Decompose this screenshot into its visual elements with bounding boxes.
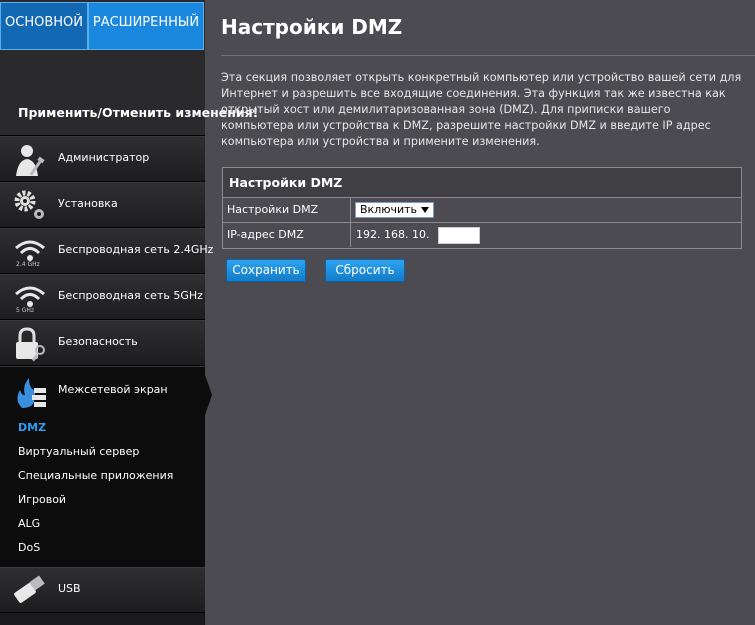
dmz-setting-label: Настройки DMZ <box>223 198 351 222</box>
dmz-ip-label: IP-адрес DMZ <box>223 223 351 247</box>
submenu-item-dmz[interactable]: DMZ <box>18 421 46 434</box>
nav-label-security: Безопасность <box>58 335 138 348</box>
submenu-item-alg[interactable]: ALG <box>18 517 40 530</box>
reset-button[interactable]: Сбросить <box>325 259 405 282</box>
nav-label-setup: Установка <box>58 197 118 210</box>
active-nav-pointer <box>204 372 212 418</box>
nav-label-wireless-24: Беспроводная сеть 2.4GHz <box>58 243 214 256</box>
wifi-24-caption: 2.4 GHz <box>16 261 40 268</box>
chevron-down-icon <box>421 207 429 213</box>
submenu-item-virtual-server[interactable]: Виртуальный сервер <box>18 445 139 458</box>
firewall-flame-icon <box>17 378 46 408</box>
usb-icon <box>14 575 45 603</box>
nav-label-admin: Администратор <box>58 151 150 164</box>
nav-item-security[interactable]: Безопасность <box>0 320 205 366</box>
sidebar: ОСНОВНОЙ РАСШИРЕННЫЙ Применить/Отменить … <box>0 0 258 625</box>
nav-item-setup[interactable]: Установка <box>0 182 205 228</box>
nav-item-wireless-24[interactable]: 2.4 GHz Беспроводная сеть 2.4GHz <box>0 228 213 274</box>
nav-item-admin[interactable]: Администратор <box>0 136 205 182</box>
tab-basic[interactable]: ОСНОВНОЙ <box>0 2 88 50</box>
nav-label-firewall: Межсетевой экран <box>58 383 168 396</box>
nav-label-usb: USB <box>58 582 81 595</box>
gears-icon <box>14 190 44 219</box>
dmz-select-value: Включить <box>360 203 418 216</box>
save-button[interactable]: Сохранить <box>226 259 306 282</box>
dmz-ip-last-octet-input[interactable] <box>438 227 480 244</box>
nav-item-wireless-5[interactable]: 5 GHz Беспроводная сеть 5GHz <box>0 274 205 320</box>
table-row: IP-адрес DMZ 192. 168. 10. <box>223 223 741 248</box>
ip-prefix: 192. 168. 10. <box>356 228 430 241</box>
dmz-settings-table: Настройки DMZ Настройки DMZ Включить IP-… <box>222 167 742 249</box>
top-tabs: ОСНОВНОЙ РАСШИРЕННЫЙ <box>0 0 205 50</box>
submenu-item-gaming[interactable]: Игровой <box>18 493 66 506</box>
tab-advanced[interactable]: РАСШИРЕННЫЙ <box>88 2 204 50</box>
firewall-submenu: DMZ Виртуальный сервер Специальные прило… <box>0 415 205 567</box>
table-row: Настройки DMZ Включить <box>223 198 741 223</box>
table-header: Настройки DMZ <box>223 168 741 198</box>
page-title: Настройки DMZ <box>221 15 403 39</box>
nav-item-usb[interactable]: USB <box>0 567 205 613</box>
nav-label-wireless-5: Беспроводная сеть 5GHz <box>58 289 203 302</box>
title-divider <box>221 55 755 56</box>
dmz-enable-select[interactable]: Включить <box>355 202 434 218</box>
padlock-key-icon <box>16 327 45 362</box>
wifi-5-caption: 5 GHz <box>16 307 35 314</box>
page-description: Эта секция позволяет открыть конкретный … <box>221 71 742 148</box>
submenu-item-dos[interactable]: DoS <box>18 541 40 554</box>
admin-tools-icon <box>16 145 45 176</box>
submenu-item-special-apps[interactable]: Специальные приложения <box>18 469 173 482</box>
nav-item-firewall[interactable]: Межсетевой экран <box>0 366 205 416</box>
apply-block: Применить/Отменить изменения! <box>0 50 258 136</box>
